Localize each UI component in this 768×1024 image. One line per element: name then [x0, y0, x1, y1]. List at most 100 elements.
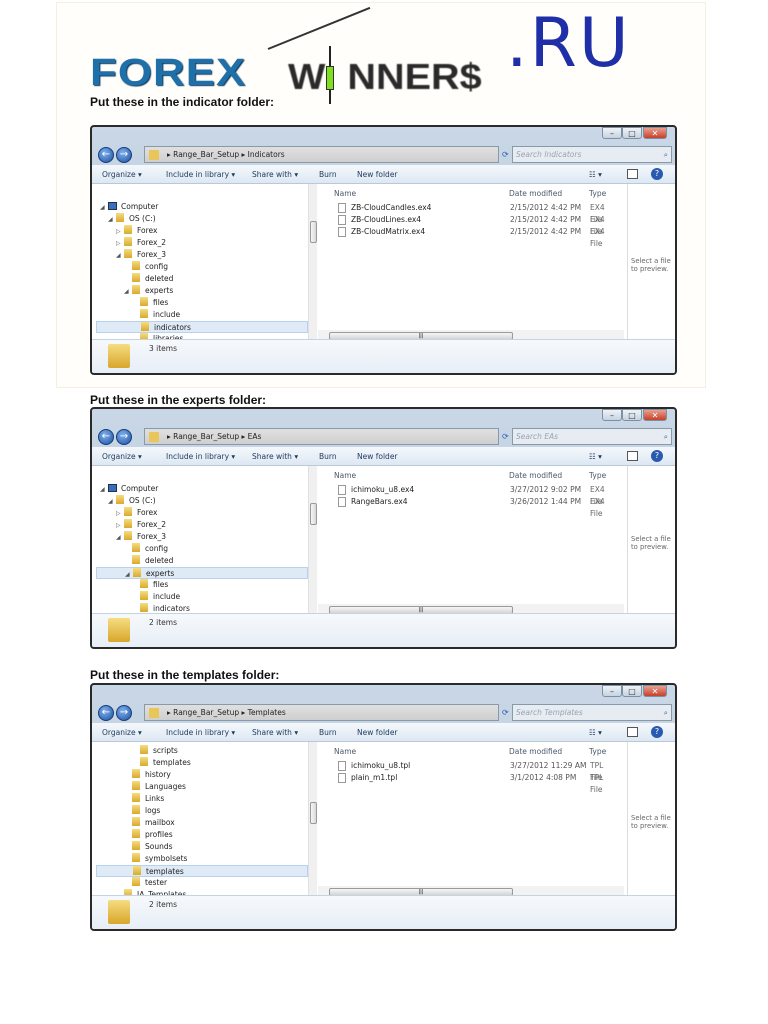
tree-item-experts[interactable]: ◢ experts [96, 285, 308, 297]
toolbar-button[interactable]: Include in library ▾ [166, 170, 235, 179]
search-icon[interactable]: ⌕ [664, 705, 668, 720]
tree-item-languages[interactable]: Languages [96, 781, 308, 793]
file-row[interactable]: ZB-CloudLines.ex4 2/15/2012 4:42 PM EX4 Fi… [338, 214, 618, 236]
breadcrumb-item[interactable]: Range_Bar_Setup [173, 708, 239, 717]
minimize-button[interactable]: – [602, 127, 622, 139]
tree-item-include[interactable]: include [96, 309, 308, 321]
tree-item-files[interactable]: files [96, 297, 308, 309]
column-header-type[interactable]: Type [589, 471, 606, 480]
column-header-type[interactable]: Type [589, 747, 606, 756]
breadcrumb-chevron-icon[interactable]: ▸ [239, 432, 248, 441]
tree-item-templates[interactable]: templates [96, 757, 308, 769]
toolbar-button[interactable]: New folder [357, 170, 398, 179]
toolbar-button[interactable]: Include in library ▾ [166, 728, 235, 737]
search-icon[interactable]: ⌕ [664, 429, 668, 444]
breadcrumb-chevron-icon[interactable]: ▸ [239, 708, 248, 717]
view-options-icon[interactable]: ☷ ▾ [589, 728, 602, 737]
column-header-date[interactable]: Date modified [509, 189, 562, 198]
tree-item-config[interactable]: config [96, 543, 308, 555]
title-bar[interactable]: – □ ✕ [92, 127, 675, 143]
toolbar-button[interactable]: New folder [357, 452, 398, 461]
tree-item-config[interactable]: config [96, 261, 308, 273]
tree-item-forex[interactable]: ▷ Forex [96, 225, 308, 237]
view-options-icon[interactable]: ☷ ▾ [589, 452, 602, 461]
scrollbar-thumb[interactable] [310, 802, 317, 824]
scrollbar-thumb[interactable] [310, 221, 317, 243]
breadcrumb-item[interactable]: EAs [248, 432, 262, 441]
maximize-button[interactable]: □ [622, 409, 642, 421]
maximize-button[interactable]: □ [622, 127, 642, 139]
back-button[interactable]: ← [98, 429, 114, 445]
close-button[interactable]: ✕ [643, 409, 667, 421]
forward-button[interactable]: → [116, 147, 132, 163]
minimize-button[interactable]: – [602, 409, 622, 421]
close-button[interactable]: ✕ [643, 127, 667, 139]
tree-item-indicators[interactable]: indicators [96, 321, 308, 333]
back-button[interactable]: ← [98, 705, 114, 721]
tree-item-symbolsets[interactable]: symbolsets [96, 853, 308, 865]
file-row[interactable]: ZB-CloudMatrix.ex4 2/15/2012 4:42 PM EX4 F… [338, 226, 618, 248]
minimize-button[interactable]: – [602, 685, 622, 697]
title-bar[interactable]: – □ ✕ [92, 409, 675, 425]
search-icon[interactable]: ⌕ [664, 147, 668, 162]
breadcrumb-chevron-icon[interactable]: ▸ [239, 150, 248, 159]
tree-scrollbar[interactable] [308, 184, 317, 341]
tree-item-deleted[interactable]: deleted [96, 555, 308, 567]
tree-item-include[interactable]: include [96, 591, 308, 603]
tree-item-forex-3[interactable]: ◢ Forex_3 [96, 249, 308, 261]
toolbar-button[interactable]: New folder [357, 728, 398, 737]
tree-item-templates[interactable]: templates [96, 865, 308, 877]
help-icon[interactable]: ? [651, 726, 663, 738]
tree-item-profiles[interactable]: profiles [96, 829, 308, 841]
scrollbar-thumb[interactable] [310, 503, 317, 525]
file-row[interactable]: plain_m1.tpl 3/1/2012 4:08 PM TPL File [338, 772, 618, 794]
address-bar[interactable]: ▸ Range_Bar_Setup ▸ EAs [144, 428, 499, 445]
toolbar-button[interactable]: Burn [319, 452, 337, 461]
toolbar-button[interactable]: Share with ▾ [252, 452, 298, 461]
help-icon[interactable]: ? [651, 450, 663, 462]
tree-item-forex-2[interactable]: ▷ Forex_2 [96, 237, 308, 249]
toolbar-button[interactable]: Include in library ▾ [166, 452, 235, 461]
help-icon[interactable]: ? [651, 168, 663, 180]
column-header-date[interactable]: Date modified [509, 471, 562, 480]
tree-item-os-c-[interactable]: ◢ OS (C:) [96, 213, 308, 225]
preview-pane-icon[interactable] [627, 169, 638, 179]
file-row[interactable]: RangeBars.ex4 3/26/2012 1:44 PM EX4 File [338, 496, 618, 518]
tree-item-forex[interactable]: ▷ Forex [96, 507, 308, 519]
tree-item-tester[interactable]: tester [96, 877, 308, 889]
toolbar-button[interactable]: Organize ▾ [102, 728, 142, 737]
file-row[interactable]: ichimoku_u8.tpl 3/27/2012 11:29 AM TPL Fil… [338, 760, 618, 782]
tree-item-history[interactable]: history [96, 769, 308, 781]
toolbar-button[interactable]: Burn [319, 170, 337, 179]
toolbar-button[interactable]: Share with ▾ [252, 728, 298, 737]
breadcrumb-item[interactable]: Templates [248, 708, 286, 717]
address-bar[interactable]: ▸ Range_Bar_Setup ▸ Templates [144, 704, 499, 721]
tree-item-forex-2[interactable]: ▷ Forex_2 [96, 519, 308, 531]
view-options-icon[interactable]: ☷ ▾ [589, 170, 602, 179]
column-header-name[interactable]: Name [334, 189, 356, 198]
tree-scrollbar[interactable] [308, 466, 317, 615]
back-button[interactable]: ← [98, 147, 114, 163]
title-bar[interactable]: – □ ✕ [92, 685, 675, 701]
column-header-name[interactable]: Name [334, 471, 356, 480]
toolbar-button[interactable]: Share with ▾ [252, 170, 298, 179]
breadcrumb-item[interactable]: Range_Bar_Setup [173, 432, 239, 441]
column-header-type[interactable]: Type [589, 189, 606, 198]
breadcrumb-item[interactable]: Indicators [248, 150, 285, 159]
tree-scrollbar[interactable] [308, 742, 317, 897]
tree-item-files[interactable]: files [96, 579, 308, 591]
address-bar[interactable]: ▸ Range_Bar_Setup ▸ Indicators [144, 146, 499, 163]
tree-item-experts[interactable]: ◢ experts [96, 567, 308, 579]
toolbar-button[interactable]: Organize ▾ [102, 452, 142, 461]
close-button[interactable]: ✕ [643, 685, 667, 697]
tree-item-mailbox[interactable]: mailbox [96, 817, 308, 829]
tree-item-os-c-[interactable]: ◢ OS (C:) [96, 495, 308, 507]
search-input[interactable]: Search Indicators ⌕ [512, 146, 672, 163]
search-input[interactable]: Search EAs ⌕ [512, 428, 672, 445]
forward-button[interactable]: → [116, 705, 132, 721]
tree-item-deleted[interactable]: deleted [96, 273, 308, 285]
tree-item-scripts[interactable]: scripts [96, 745, 308, 757]
toolbar-button[interactable]: Organize ▾ [102, 170, 142, 179]
tree-item-forex-3[interactable]: ◢ Forex_3 [96, 531, 308, 543]
search-input[interactable]: Search Templates ⌕ [512, 704, 672, 721]
